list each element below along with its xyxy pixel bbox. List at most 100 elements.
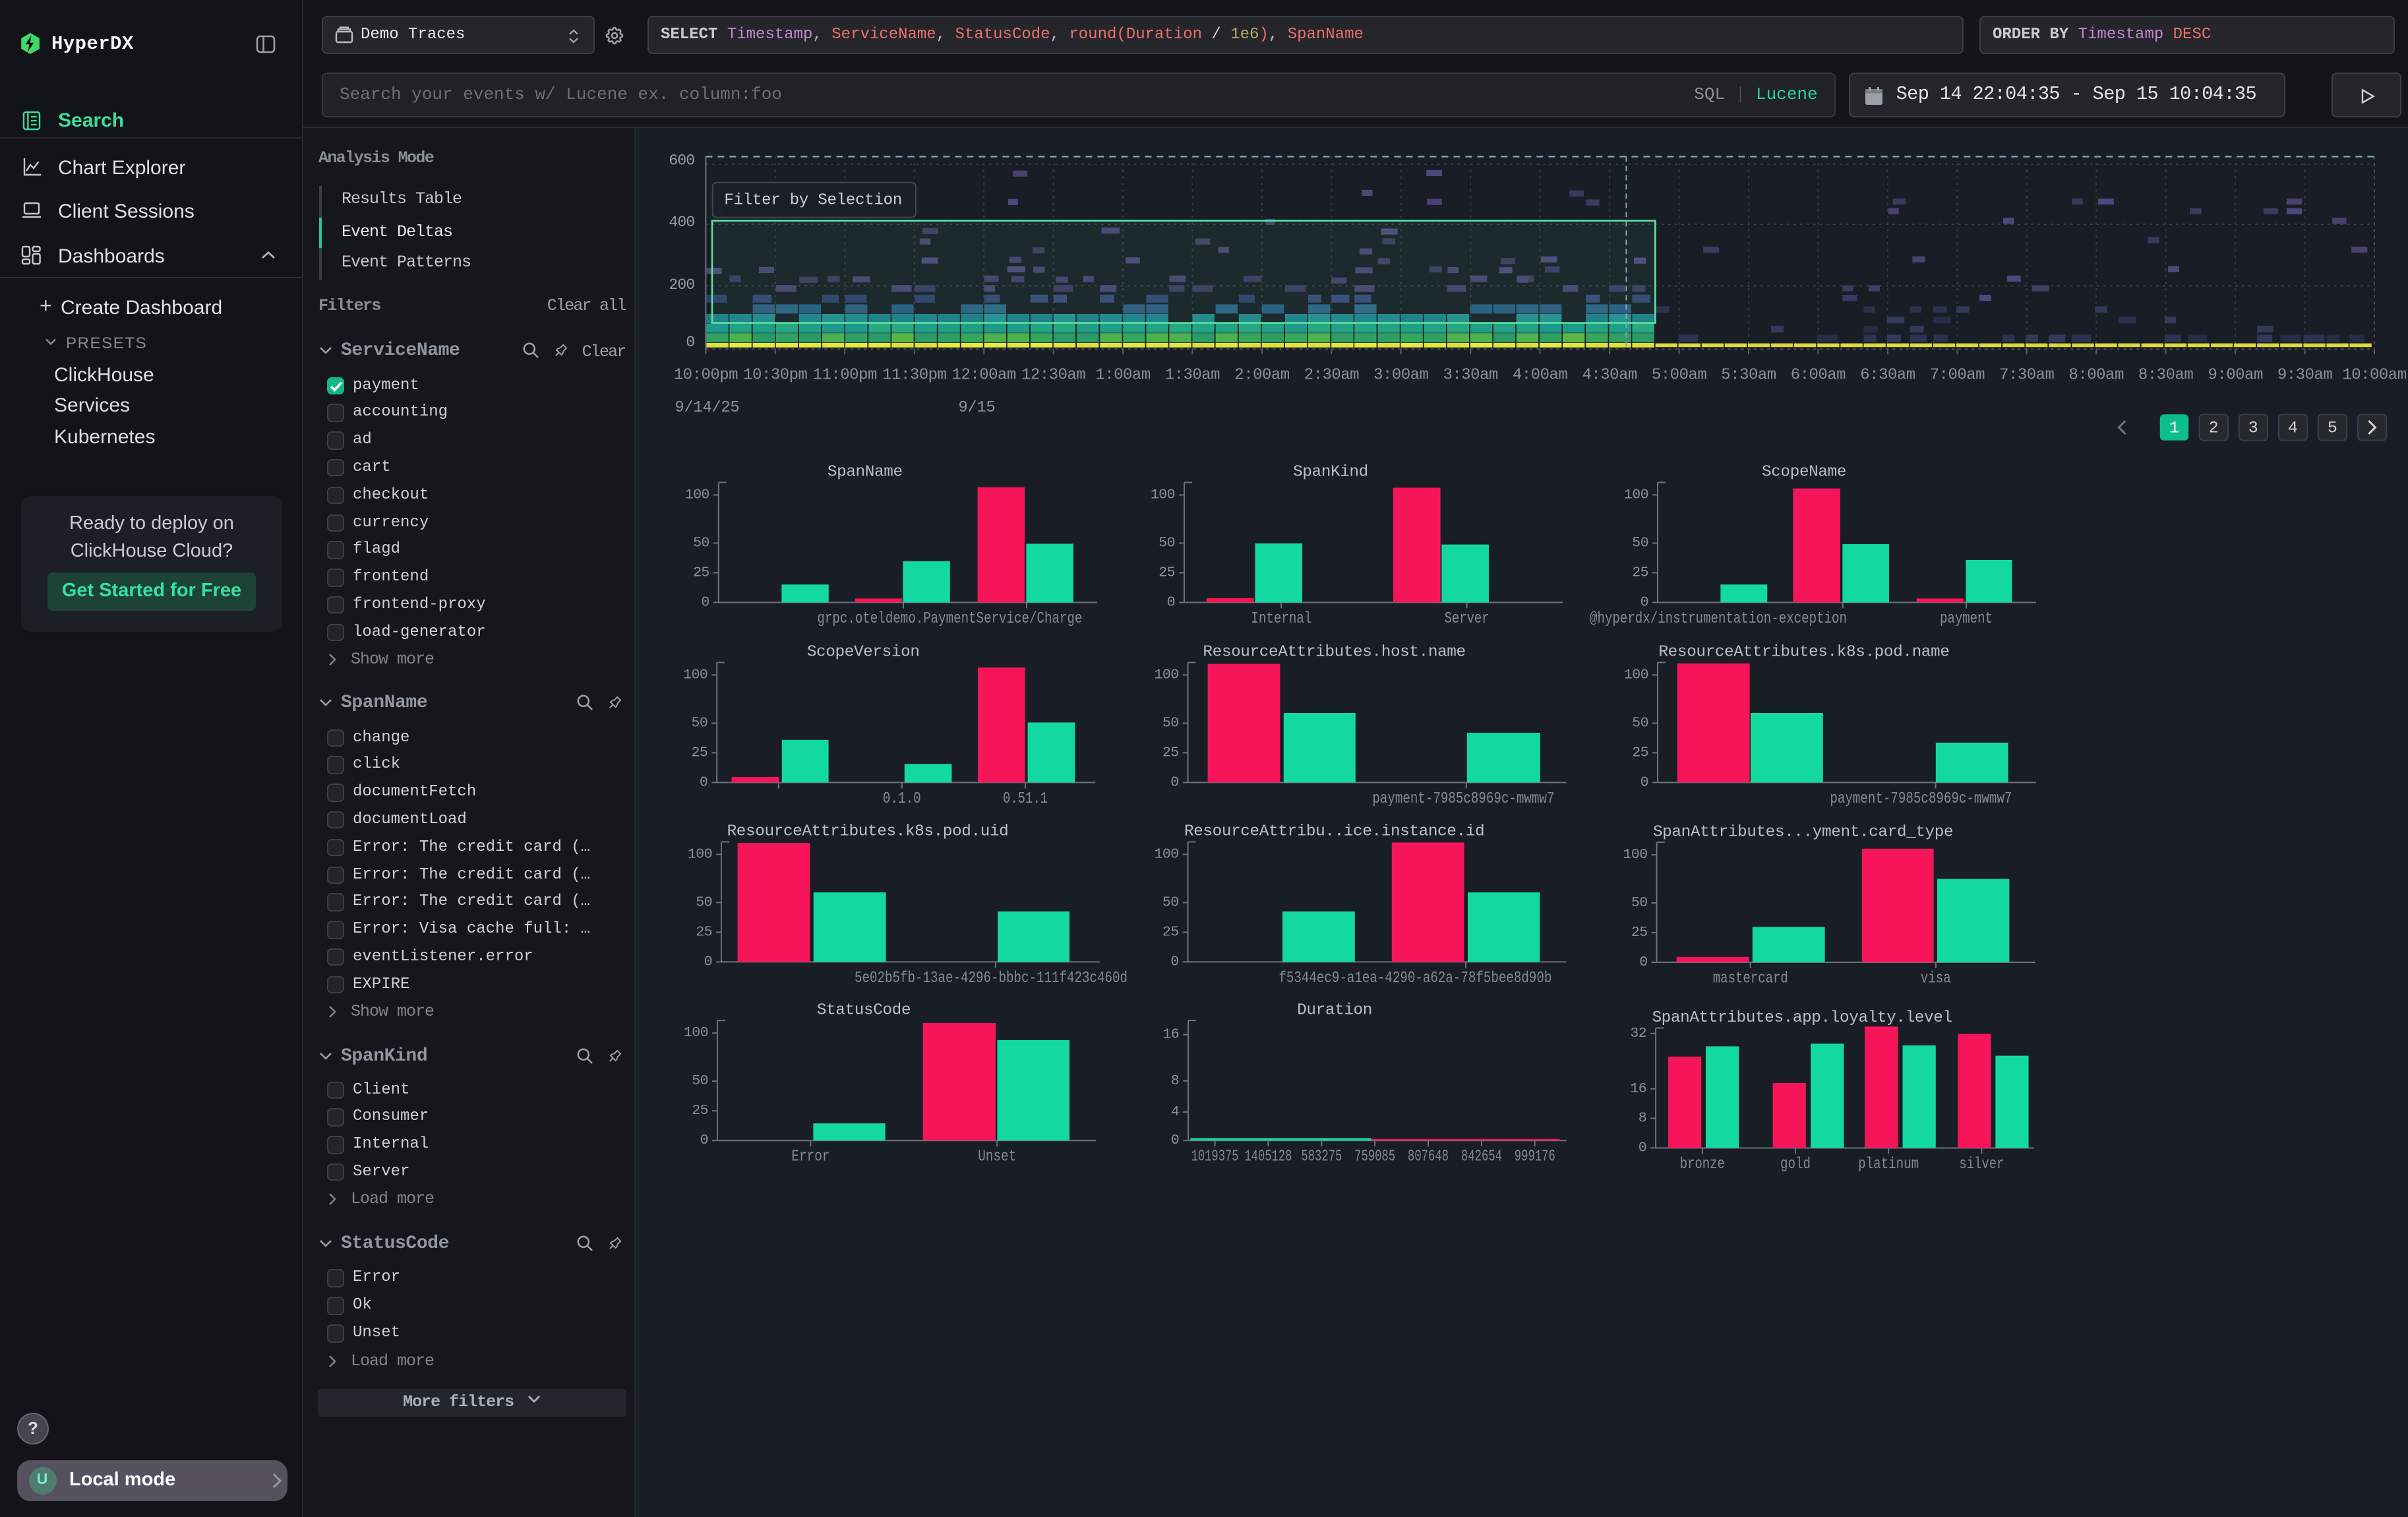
svg-text:4:00am: 4:00am (1513, 365, 1568, 383)
svg-text:807648: 807648 (1408, 1148, 1449, 1166)
svg-text:8: 8 (1171, 1073, 1179, 1089)
svg-text:25: 25 (1631, 925, 1648, 941)
svg-text:16: 16 (1163, 1027, 1180, 1043)
svg-text:25: 25 (1633, 745, 1649, 760)
svg-text:0: 0 (1640, 594, 1648, 610)
svg-text:8: 8 (1639, 1111, 1646, 1127)
svg-text:11:30pm: 11:30pm (883, 365, 947, 383)
svg-text:25: 25 (1633, 565, 1649, 580)
svg-text:bronze: bronze (1680, 1156, 1725, 1173)
svg-text:10:00pm: 10:00pm (674, 365, 738, 383)
svg-text:6:00am: 6:00am (1791, 365, 1846, 383)
svg-text:payment-7985c8969c-mwmw7: payment-7985c8969c-mwmw7 (1373, 790, 1555, 808)
svg-text:25: 25 (692, 745, 708, 760)
svg-text:ScopeVersion: ScopeVersion (807, 644, 920, 662)
svg-text:0: 0 (700, 1132, 708, 1148)
svg-text:8:00am: 8:00am (2069, 365, 2124, 383)
svg-text:600: 600 (669, 151, 695, 168)
svg-text:SpanAttributes.app.loyalty.lev: SpanAttributes.app.loyalty.level (1652, 1009, 1952, 1027)
svg-text:50: 50 (696, 894, 713, 910)
svg-text:400: 400 (669, 213, 695, 230)
svg-text:Internal: Internal (1251, 610, 1312, 628)
svg-text:9:00am: 9:00am (2208, 365, 2263, 383)
svg-text:2: 2 (2209, 418, 2219, 437)
svg-text:100: 100 (1155, 667, 1179, 683)
svg-text:Server: Server (1445, 610, 1490, 628)
svg-text:12:00am: 12:00am (952, 365, 1016, 383)
svg-text:0: 0 (700, 774, 707, 790)
svg-text:999176: 999176 (1515, 1148, 1555, 1166)
svg-text:25: 25 (1159, 565, 1176, 580)
svg-text:100: 100 (684, 667, 708, 683)
svg-text:3:00am: 3:00am (1374, 365, 1429, 383)
svg-text:ResourceAttributes.k8s.pod.nam: ResourceAttributes.k8s.pod.name (1659, 644, 1950, 662)
svg-text:SpanName: SpanName (828, 464, 903, 481)
svg-text:4:30am: 4:30am (1582, 365, 1637, 383)
svg-text:1405128: 1405128 (1245, 1148, 1292, 1166)
svg-text:7:00am: 7:00am (1930, 365, 1985, 383)
svg-text:SpanAttributes...yment.card_ty: SpanAttributes...yment.card_type (1654, 823, 1954, 841)
svg-text:5e02b5fb-13ae-4296-bbbc-111f42: 5e02b5fb-13ae-4296-bbbc-111f423c460d (855, 970, 1128, 987)
svg-text:50: 50 (1162, 894, 1179, 910)
svg-text:SpanKind: SpanKind (1294, 464, 1369, 481)
svg-text:10:30pm: 10:30pm (744, 365, 808, 383)
svg-text:50: 50 (692, 1073, 709, 1089)
svg-text:100: 100 (1151, 487, 1176, 503)
svg-text:3: 3 (2248, 418, 2258, 437)
svg-text:0: 0 (1640, 774, 1648, 790)
svg-text:32: 32 (1631, 1026, 1647, 1041)
svg-text:f5344ec9-a1ea-4290-a62a-78f5be: f5344ec9-a1ea-4290-a62a-78f5bee8d90b (1279, 970, 1552, 987)
svg-text:16: 16 (1631, 1081, 1647, 1097)
svg-text:@hyperdx/instrumentation-excep: @hyperdx/instrumentation-exception (1590, 610, 1848, 628)
svg-text:100: 100 (684, 1025, 709, 1041)
svg-text:8:30am: 8:30am (2138, 365, 2193, 383)
svg-text:Error: Error (792, 1148, 830, 1166)
svg-text:visa: visa (1921, 970, 1951, 987)
svg-text:200: 200 (669, 276, 695, 293)
svg-text:Filter by Selection: Filter by Selection (725, 191, 903, 209)
svg-text:50: 50 (692, 715, 708, 731)
svg-text:50: 50 (1631, 895, 1648, 911)
svg-text:Duration: Duration (1298, 1001, 1373, 1019)
svg-text:7:30am: 7:30am (2000, 365, 2055, 383)
svg-text:9:30am: 9:30am (2277, 365, 2332, 383)
svg-text:100: 100 (688, 846, 713, 862)
svg-text:100: 100 (1623, 847, 1648, 863)
svg-text:1:00am: 1:00am (1096, 365, 1151, 383)
svg-text:platinum: platinum (1859, 1156, 1919, 1173)
svg-text:6:30am: 6:30am (1861, 365, 1915, 383)
svg-text:grpc.oteldemo.PaymentService/C: grpc.oteldemo.PaymentService/Charge (818, 610, 1083, 628)
svg-text:5:00am: 5:00am (1652, 365, 1706, 383)
svg-text:Unset: Unset (978, 1148, 1017, 1166)
svg-text:50: 50 (1633, 715, 1649, 731)
svg-text:mastercard: mastercard (1713, 970, 1788, 987)
svg-text:0: 0 (704, 954, 712, 970)
svg-text:100: 100 (1155, 846, 1179, 862)
svg-text:759085: 759085 (1355, 1148, 1396, 1166)
svg-text:50: 50 (694, 535, 710, 551)
svg-text:842654: 842654 (1462, 1148, 1503, 1166)
svg-text:2:30am: 2:30am (1304, 365, 1359, 383)
svg-text:25: 25 (692, 1103, 709, 1119)
svg-text:0: 0 (1639, 1140, 1646, 1156)
svg-text:25: 25 (696, 924, 713, 940)
svg-text:gold: gold (1781, 1156, 1811, 1173)
svg-text:50: 50 (1633, 535, 1649, 551)
svg-text:0: 0 (686, 333, 695, 350)
svg-text:4: 4 (2288, 418, 2298, 437)
svg-text:4: 4 (1171, 1104, 1179, 1120)
svg-text:StatusCode: StatusCode (817, 1001, 911, 1019)
svg-text:25: 25 (694, 565, 710, 580)
svg-text:ScopeName: ScopeName (1762, 464, 1847, 481)
svg-text:100: 100 (1625, 667, 1649, 683)
svg-text:0: 0 (1167, 594, 1175, 610)
svg-text:silver: silver (1960, 1156, 2004, 1173)
svg-text:ResourceAttribu..ice.instance.: ResourceAttribu..ice.instance.id (1185, 823, 1485, 841)
svg-text:9/15: 9/15 (959, 398, 996, 416)
svg-text:0: 0 (1171, 774, 1179, 790)
svg-text:0.51.1: 0.51.1 (1004, 790, 1048, 808)
svg-text:0.1.0: 0.1.0 (883, 790, 921, 808)
svg-text:0: 0 (702, 594, 709, 610)
svg-text:5:30am: 5:30am (1722, 365, 1776, 383)
svg-text:10:00am: 10:00am (2343, 365, 2407, 383)
